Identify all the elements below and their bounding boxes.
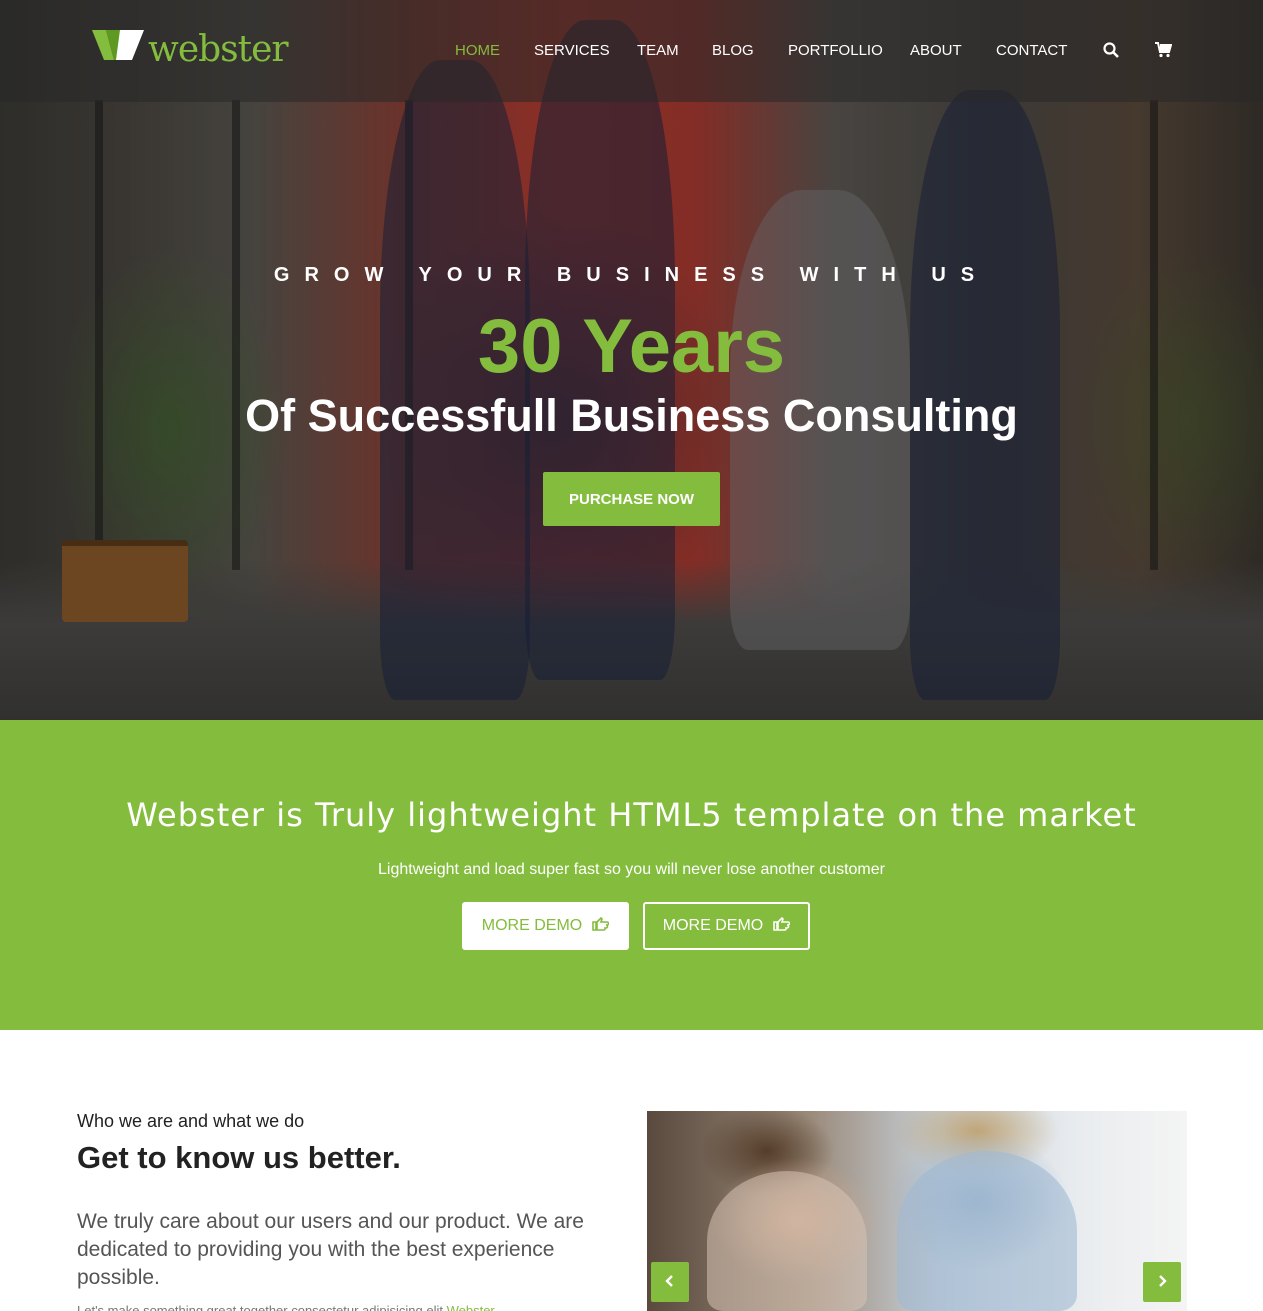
promo-title: Webster is Truly lightweight HTML5 templ…	[126, 796, 1137, 834]
nav-services[interactable]: SERVICES	[534, 42, 610, 60]
hero-headline: 30 Years	[477, 304, 786, 389]
about-text: We truly care about our users and our pr…	[77, 1210, 584, 1289]
nav-contact[interactable]: CONTACT	[996, 42, 1067, 60]
about-small-brand-link[interactable]: Webster	[447, 1303, 495, 1311]
hero-kicker: GROW YOUR BUSINESS WITH US	[273, 264, 990, 286]
more-demo-label: MORE DEMO	[481, 917, 583, 934]
more-demo-button[interactable]: MORE DEMO	[462, 902, 629, 950]
about-title: Get to know us better.	[77, 1140, 401, 1175]
hand-pointer-icon	[773, 916, 791, 936]
more-demo-button-outline[interactable]: MORE DEMO	[643, 902, 810, 950]
slider-prev-button[interactable]	[651, 1262, 689, 1302]
promo-band: Webster is Truly lightweight HTML5 templ…	[0, 720, 1263, 1030]
top-navbar: webster HOME SERVICES TEAM BLOG PORTFOLL…	[0, 0, 1263, 102]
chevron-left-icon	[665, 1273, 675, 1292]
hero-section: webster HOME SERVICES TEAM BLOG PORTFOLL…	[0, 0, 1263, 720]
main-nav: HOME SERVICES TEAM BLOG PORTFOLLIO ABOUT…	[0, 42, 1263, 62]
nav-about[interactable]: ABOUT	[910, 42, 962, 60]
slider-next-button[interactable]	[1143, 1262, 1181, 1302]
hero-subheadline: Of Successfull Business Consulting	[245, 390, 1018, 441]
chevron-right-icon	[1157, 1273, 1167, 1292]
about-small-text: Let's make something great together cons…	[77, 1302, 612, 1311]
purchase-now-button[interactable]: PURCHASE NOW	[543, 472, 720, 526]
more-demo-label: MORE DEMO	[662, 917, 764, 934]
slider-image	[707, 1171, 867, 1311]
slider-image	[897, 1151, 1077, 1311]
cart-icon[interactable]	[1155, 42, 1173, 62]
about-small-copy: Let's make something great together cons…	[77, 1303, 443, 1311]
image-slider	[647, 1111, 1187, 1311]
hand-pointer-icon	[592, 916, 610, 936]
search-icon[interactable]	[1103, 42, 1119, 62]
about-kicker: Who we are and what we do	[77, 1111, 305, 1131]
nav-blog[interactable]: BLOG	[712, 42, 754, 60]
promo-subtitle: Lightweight and load super fast so you w…	[378, 861, 885, 878]
nav-portfolio[interactable]: PORTFOLLIO	[788, 42, 883, 60]
nav-team[interactable]: TEAM	[637, 42, 679, 60]
nav-home[interactable]: HOME	[455, 42, 500, 60]
